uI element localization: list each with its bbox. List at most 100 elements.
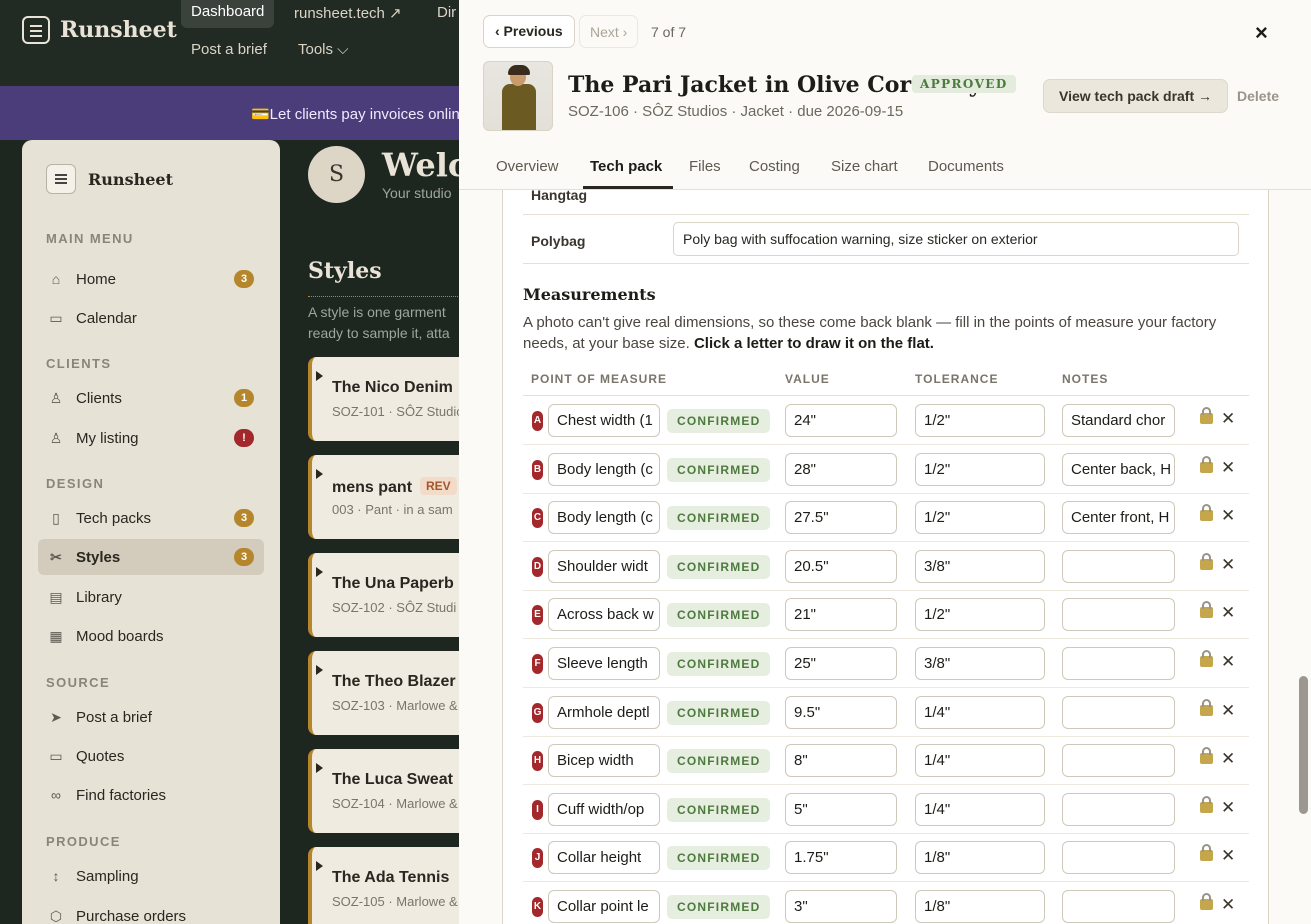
point-of-measure-input[interactable]: Bicep width (548, 744, 660, 778)
view-tech-pack-button[interactable]: View tech pack draft → (1043, 79, 1229, 113)
lock-icon[interactable] (1200, 504, 1213, 522)
tab-tech-pack[interactable]: Tech pack (590, 158, 662, 175)
lock-icon[interactable] (1200, 601, 1213, 619)
notes-input[interactable] (1062, 792, 1175, 826)
lock-icon[interactable] (1200, 552, 1213, 570)
style-card[interactable]: mens pant REV 003 · Pant · in a sam (308, 455, 478, 539)
lock-icon[interactable] (1200, 698, 1213, 716)
style-card[interactable]: The Una Paperb SOZ-102 · SÔZ Studi (308, 553, 478, 637)
measure-letter-marker[interactable]: B (532, 459, 543, 480)
nav-dashboard[interactable]: Dashboard (181, 0, 275, 28)
tab-overview[interactable]: Overview (496, 158, 559, 175)
app-logo[interactable]: Runsheet (22, 16, 177, 44)
notes-input[interactable] (1062, 549, 1175, 583)
measure-letter-marker[interactable]: J (532, 848, 543, 869)
sidebar-item-calendar[interactable]: ▭ Calendar (38, 300, 264, 336)
next-button[interactable]: Next › (579, 15, 639, 48)
measure-letter-marker[interactable]: K (532, 897, 543, 917)
point-of-measure-input[interactable]: Armhole deptl (548, 695, 660, 729)
point-of-measure-input[interactable]: Across back w (548, 598, 660, 632)
remove-row-icon[interactable]: ✕ (1221, 798, 1235, 818)
tolerance-input[interactable]: 1/4" (915, 792, 1045, 826)
sidebar-item-tech-packs[interactable]: ▯ Tech packs 3 (38, 500, 264, 536)
expand-caret-icon[interactable] (316, 469, 323, 479)
notes-input[interactable] (1062, 695, 1175, 729)
value-input[interactable]: 28" (785, 452, 897, 486)
notes-input[interactable]: Center back, H (1062, 452, 1175, 486)
tolerance-input[interactable]: 1/4" (915, 744, 1045, 778)
point-of-measure-input[interactable]: Sleeve length (548, 647, 660, 680)
sidebar-item-my-listing[interactable]: ♙ My listing! (38, 420, 264, 456)
value-input[interactable]: 1.75" (785, 841, 897, 875)
measure-letter-marker[interactable]: F (532, 654, 543, 674)
sidebar-item-purchase-orders[interactable]: ⬡ Purchase orders (38, 898, 264, 924)
tolerance-input[interactable]: 3/8" (915, 549, 1045, 583)
nav-directory[interactable]: Dir (437, 4, 456, 21)
nav-site-link[interactable]: runsheet.tech ↗ (294, 4, 402, 22)
tolerance-input[interactable]: 3/8" (915, 647, 1045, 680)
sidebar-item-mood-boards[interactable]: ▦ Mood boards (38, 618, 264, 654)
point-of-measure-input[interactable]: Shoulder widt (548, 549, 660, 583)
point-of-measure-input[interactable]: Collar point le (548, 890, 660, 923)
tolerance-input[interactable]: 1/8" (915, 890, 1045, 923)
measure-letter-marker[interactable]: G (532, 702, 543, 723)
remove-row-icon[interactable]: ✕ (1221, 701, 1235, 721)
value-input[interactable]: 5" (785, 792, 897, 826)
sidebar-item-clients[interactable]: ♙ Clients 1 (38, 380, 264, 416)
measure-letter-marker[interactable]: D (532, 556, 543, 577)
nav-tools-dropdown[interactable]: Tools ⌵ (298, 41, 349, 58)
notes-input[interactable] (1062, 744, 1175, 778)
expand-caret-icon[interactable] (316, 567, 323, 577)
sidebar-item-find-factories[interactable]: ∞ Find factories (38, 777, 264, 813)
notes-input[interactable]: Standard chor (1062, 404, 1175, 437)
close-icon[interactable]: × (1255, 20, 1268, 46)
point-of-measure-input[interactable]: Chest width (1 (548, 404, 660, 437)
notes-input[interactable] (1062, 647, 1175, 680)
notes-input[interactable] (1062, 598, 1175, 632)
sidebar-item-quotes[interactable]: ▭ Quotes (38, 738, 264, 774)
value-input[interactable]: 9.5" (785, 695, 897, 729)
value-input[interactable]: 27.5" (785, 501, 897, 535)
remove-row-icon[interactable]: ✕ (1221, 555, 1235, 575)
sidebar-brand[interactable]: Runsheet (46, 164, 173, 194)
sidebar-item-styles[interactable]: ✂ Styles 3 (38, 539, 264, 575)
style-card[interactable]: The Theo Blazer SOZ-103 · Marlowe & (308, 651, 478, 735)
point-of-measure-input[interactable]: Collar height (548, 841, 660, 875)
delete-button[interactable]: Delete (1237, 88, 1279, 104)
tab-files[interactable]: Files (689, 158, 721, 175)
sidebar-item-home[interactable]: ⌂ Home 3 (38, 261, 264, 297)
remove-row-icon[interactable]: ✕ (1221, 652, 1235, 672)
point-of-measure-input[interactable]: Body length (c (548, 501, 660, 535)
expand-caret-icon[interactable] (316, 371, 323, 381)
lock-icon[interactable] (1200, 844, 1213, 862)
remove-row-icon[interactable]: ✕ (1221, 458, 1235, 478)
lock-icon[interactable] (1200, 650, 1213, 667)
tolerance-input[interactable]: 1/2" (915, 501, 1045, 535)
remove-row-icon[interactable]: ✕ (1221, 506, 1235, 526)
tab-documents[interactable]: Documents (928, 158, 1004, 175)
style-card[interactable]: The Ada Tennis SOZ-105 · Marlowe & (308, 847, 478, 924)
measure-letter-marker[interactable]: A (532, 411, 543, 431)
expand-caret-icon[interactable] (316, 763, 323, 773)
measure-letter-marker[interactable]: H (532, 751, 543, 772)
value-input[interactable]: 21" (785, 598, 897, 632)
lock-icon[interactable] (1200, 893, 1213, 910)
previous-button[interactable]: ‹ Previous (483, 15, 575, 48)
notes-input[interactable] (1062, 841, 1175, 875)
remove-row-icon[interactable]: ✕ (1221, 749, 1235, 769)
sidebar-item-library[interactable]: ▤ Library (38, 579, 264, 615)
tab-size-chart[interactable]: Size chart (831, 158, 898, 175)
lock-icon[interactable] (1200, 795, 1213, 813)
value-input[interactable]: 25" (785, 647, 897, 680)
point-of-measure-input[interactable]: Cuff width/op (548, 792, 660, 826)
notes-input[interactable]: Center front, H (1062, 501, 1175, 535)
point-of-measure-input[interactable]: Body length (c (548, 452, 660, 486)
tab-costing[interactable]: Costing (749, 158, 800, 175)
sidebar-item-post-a-brief[interactable]: ➤ Post a brief (38, 699, 264, 735)
tolerance-input[interactable]: 1/2" (915, 452, 1045, 486)
sidebar-item-sampling[interactable]: ↕ Sampling (38, 858, 264, 894)
value-input[interactable]: 20.5" (785, 549, 897, 583)
tolerance-input[interactable]: 1/2" (915, 404, 1045, 437)
measure-letter-marker[interactable]: C (532, 508, 543, 529)
value-input[interactable]: 8" (785, 744, 897, 778)
